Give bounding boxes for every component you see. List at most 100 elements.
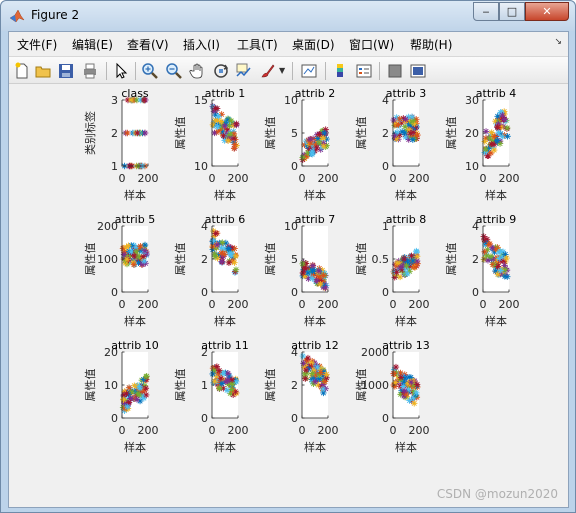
data-point: [125, 384, 133, 391]
data-point: [226, 131, 234, 138]
y-tick-label: 0: [291, 412, 298, 425]
x-tick-label: 200: [409, 172, 430, 185]
x-tick-label: 0: [119, 298, 126, 311]
y-tick-label: 0: [111, 412, 118, 425]
pan-icon[interactable]: [189, 62, 207, 80]
x-tick-label: 200: [318, 298, 339, 311]
toolbar-separator: [135, 62, 136, 80]
y-tick-label: 0: [201, 412, 208, 425]
subplot-attrib-12[interactable]: 0240 200attrib 12样本属性值: [263, 339, 339, 454]
subplot-attrib-8[interactable]: 00.510 200attrib 8样本属性值: [354, 213, 430, 328]
x-axis-label: 样本: [214, 440, 236, 454]
brush-icon[interactable]: [259, 62, 277, 80]
data-point: [211, 377, 218, 385]
figure-client-area: 文件(F) 编辑(E) 查看(V) 插入(I) 工具(T) 桌面(D) 窗口(W…: [8, 31, 569, 508]
subplot-title: attrib 2: [295, 88, 335, 100]
close-button[interactable]: ✕: [525, 2, 569, 21]
brush-dropdown-icon[interactable]: ▼: [279, 66, 285, 75]
legend-icon[interactable]: [355, 62, 373, 80]
data-point: [486, 134, 493, 142]
data-point: [392, 363, 400, 371]
x-tick-label: 0: [209, 424, 216, 437]
data-point: [407, 379, 415, 386]
data-point: [485, 241, 492, 248]
x-axis-label: 样本: [214, 188, 236, 202]
menu-file[interactable]: 文件(F): [17, 36, 57, 53]
data-point: [413, 247, 420, 255]
print-icon[interactable]: [81, 62, 99, 80]
menu-window[interactable]: 窗口(W): [349, 36, 394, 53]
subplot-attrib-4[interactable]: 1020300 200attrib 4样本属性值: [444, 87, 520, 202]
save-icon[interactable]: [57, 62, 75, 80]
close-icon: ✕: [542, 5, 552, 18]
data-point: [225, 259, 233, 267]
y-axis-label: 属性值: [83, 369, 97, 402]
data-point: [218, 380, 226, 387]
minimize-button[interactable]: ‒: [473, 2, 499, 21]
rotate-3d-icon[interactable]: [212, 62, 230, 80]
subplot-attrib-11[interactable]: 0120 200attrib 11样本属性值: [173, 339, 249, 454]
y-tick-label: 2: [201, 253, 208, 266]
x-tick-label: 0: [299, 172, 306, 185]
data-point: [300, 360, 307, 367]
edit-plot-icon[interactable]: [112, 62, 130, 80]
figure-canvas[interactable]: 1 2 3 0 200 class 样本 类别标签 10 15 0 200 attrib 1 样本 属性值 0…: [9, 87, 568, 507]
menu-edit[interactable]: 编辑(E): [72, 36, 113, 53]
data-point: [413, 381, 421, 388]
x-tick-label: 200: [228, 298, 249, 311]
maximize-icon: □: [506, 5, 518, 18]
menu-insert[interactable]: 插入(I): [183, 36, 220, 53]
show-plot-tools-icon[interactable]: [409, 62, 427, 80]
colorbar-icon[interactable]: [331, 62, 349, 80]
y-tick-label: 0: [291, 286, 298, 299]
y-axis-label: 属性值: [83, 243, 97, 276]
menu-help[interactable]: 帮助(H): [410, 36, 452, 53]
x-axis-label: 样本: [304, 440, 326, 454]
data-point: [210, 237, 217, 244]
x-axis-label: 样本: [304, 188, 326, 202]
maximize-button[interactable]: □: [499, 2, 525, 21]
data-cursor-icon[interactable]: [235, 62, 253, 80]
data-point: [218, 258, 225, 265]
dock-arrow-icon[interactable]: ↘: [554, 37, 562, 47]
zoom-out-icon[interactable]: [165, 62, 183, 80]
new-figure-icon[interactable]: [13, 62, 31, 80]
subplot-attrib-9[interactable]: 0240 200attrib 9样本属性值: [444, 213, 520, 328]
subplot-attrib-13[interactable]: 0100020000 200attrib 13样本属性值: [354, 339, 430, 454]
menu-desktop[interactable]: 桌面(D): [292, 36, 335, 53]
y-axis-label: 属性值: [263, 117, 277, 150]
zoom-in-icon[interactable]: [141, 62, 159, 80]
data-point: [494, 124, 501, 131]
menu-view[interactable]: 查看(V): [127, 36, 169, 53]
subplot-class[interactable]: 1 2 3 0 200 class 样本 类别标签: [83, 87, 159, 202]
subplot-attrib-7[interactable]: 05100 200attrib 7样本属性值: [263, 213, 339, 328]
subplot-attrib-1[interactable]: 10150 200attrib 1样本属性值: [173, 87, 249, 202]
subplot-attrib-2[interactable]: 05100 200attrib 2样本属性值: [263, 87, 339, 202]
x-axis-label: 样本: [214, 314, 236, 328]
data-point: [134, 129, 141, 137]
data-point: [480, 233, 487, 240]
title-bar[interactable]: Figure 2 ‒ □ ✕: [1, 1, 575, 31]
subplot-attrib-6[interactable]: 0240 200attrib 6样本属性值: [173, 213, 249, 328]
open-file-icon[interactable]: [34, 62, 52, 80]
menu-tools[interactable]: 工具(T): [237, 36, 278, 53]
menu-bar: 文件(F) 编辑(E) 查看(V) 插入(I) 工具(T) 桌面(D) 窗口(W…: [9, 32, 568, 54]
subplot-attrib-10[interactable]: 010200 200attrib 10样本属性值: [83, 339, 159, 454]
subplot-title: attrib 9: [476, 213, 516, 226]
link-plot-icon[interactable]: [300, 62, 318, 80]
y-axis-label: 属性值: [354, 369, 368, 402]
y-axis-label: 属性值: [263, 369, 277, 402]
y-tick-label: 5: [291, 253, 298, 266]
y-axis-label: 类别标签: [83, 111, 97, 155]
subplot-attrib-3[interactable]: 0240 200attrib 3样本属性值: [354, 87, 430, 202]
subplot-grid: 1230 200class样本类别标签10150 200attrib 1样本属性值0…: [83, 87, 520, 454]
data-point: [391, 132, 398, 140]
y-tick-label: 0: [382, 286, 389, 299]
x-tick-label: 200: [138, 172, 159, 185]
subplot-title: attrib 10: [111, 339, 158, 352]
subplot-attrib-5[interactable]: 01002000 200attrib 5样本属性值: [83, 213, 159, 328]
x-tick-label: 0: [119, 424, 126, 437]
x-axis-label: 样本: [124, 314, 146, 328]
subplot-title: attrib 1: [205, 88, 245, 100]
hide-plot-tools-icon[interactable]: [386, 62, 404, 80]
